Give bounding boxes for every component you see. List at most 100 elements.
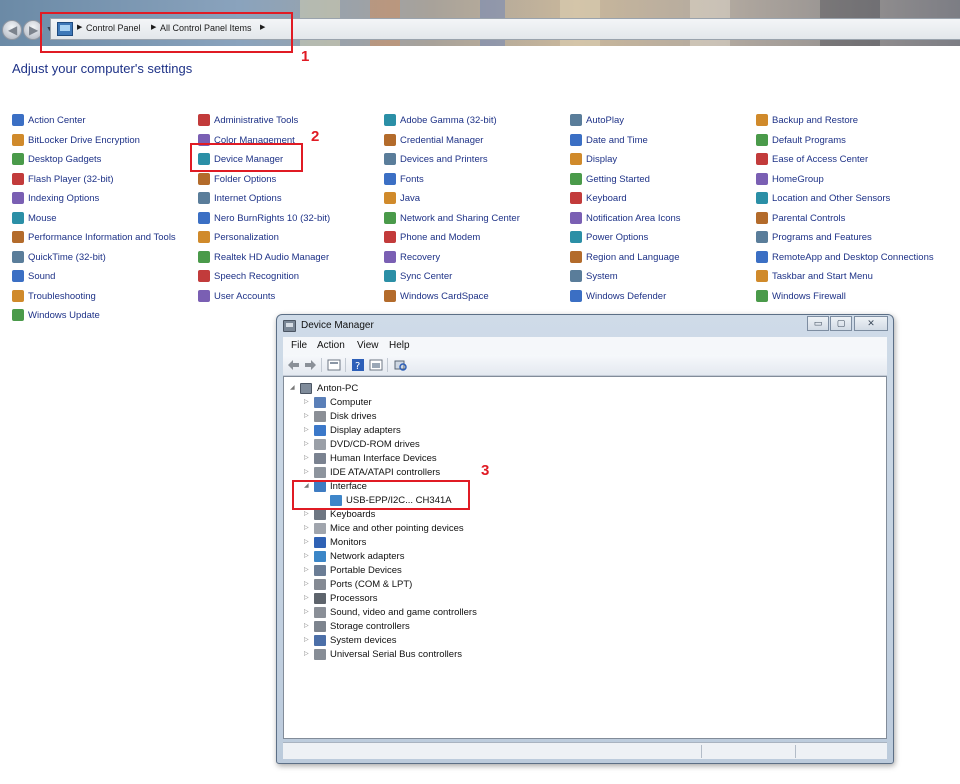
maximize-button[interactable]: ▢ bbox=[830, 316, 852, 331]
system-devices-icon bbox=[314, 635, 326, 646]
folder-options-icon bbox=[198, 172, 210, 185]
tree-item-label: Storage controllers bbox=[330, 621, 410, 632]
tree-item-label: IDE ATA/ATAPI controllers bbox=[330, 467, 441, 478]
close-button[interactable]: ✕ bbox=[854, 316, 888, 331]
cp-item-label: Flash Player (32-bit) bbox=[28, 173, 114, 185]
expand-arrow-icon[interactable]: ▷ bbox=[304, 580, 309, 587]
network-adapters-icon bbox=[314, 551, 326, 562]
expand-arrow-icon[interactable]: ▷ bbox=[304, 440, 309, 447]
annotation-label-3: 3 bbox=[481, 462, 490, 479]
expand-arrow-icon[interactable]: ▷ bbox=[304, 398, 309, 405]
cp-item-label: Internet Options bbox=[214, 193, 282, 204]
quicktime-32-bit-icon bbox=[12, 250, 24, 263]
expand-arrow-icon[interactable]: ▷ bbox=[304, 608, 309, 615]
show-hidden-icon[interactable] bbox=[369, 358, 383, 372]
portable-devices-icon bbox=[314, 565, 326, 576]
monitors-icon bbox=[314, 537, 326, 548]
scan-hardware-icon[interactable] bbox=[393, 358, 407, 372]
windows-update-icon bbox=[12, 309, 24, 321]
expand-arrow-icon[interactable]: ▷ bbox=[304, 412, 309, 419]
annotation-label-1: 1 bbox=[301, 48, 310, 65]
expand-arrow-icon[interactable]: ▷ bbox=[304, 552, 309, 559]
cp-item-label: Location and Other Sensors bbox=[772, 193, 891, 204]
menu-view[interactable]: View bbox=[357, 340, 379, 351]
expand-arrow-icon[interactable]: ▷ bbox=[304, 650, 309, 657]
cp-item-label: Taskbar and Start Menu bbox=[772, 271, 873, 282]
user-accounts-icon bbox=[198, 289, 210, 302]
cp-item-label: Administrative Tools bbox=[214, 115, 299, 126]
back-arrow-icon[interactable] bbox=[287, 358, 301, 372]
cp-item-label: Mouse bbox=[28, 212, 57, 224]
cp-item-label: Backup and Restore bbox=[772, 115, 859, 126]
internet-options-icon bbox=[198, 192, 210, 204]
expand-arrow-icon[interactable]: ▷ bbox=[304, 426, 309, 433]
performance-information-and-tools-icon bbox=[12, 231, 24, 243]
phone-and-modem-icon bbox=[384, 231, 396, 243]
minimize-button[interactable]: ▭ bbox=[807, 316, 829, 331]
cp-item-label: Display bbox=[586, 154, 618, 165]
tree-item-label: System devices bbox=[330, 635, 397, 646]
expand-arrow-icon[interactable]: ▷ bbox=[304, 538, 309, 545]
cp-item-label: Region and Language bbox=[586, 251, 680, 263]
parental-controls-icon bbox=[756, 211, 768, 224]
cp-item-label: Parental Controls bbox=[772, 212, 846, 224]
tree-item-label: Human Interface Devices bbox=[330, 453, 437, 464]
expand-arrow-icon[interactable]: ▷ bbox=[304, 468, 309, 475]
expand-arrow-icon[interactable]: ▷ bbox=[304, 566, 309, 573]
back-button[interactable]: ◀ bbox=[2, 20, 22, 40]
expand-arrow-icon[interactable]: ▷ bbox=[304, 636, 309, 643]
remoteapp-and-desktop-connections-icon bbox=[756, 250, 768, 263]
forward-arrow-icon[interactable] bbox=[303, 358, 317, 372]
menu-help[interactable]: Help bbox=[389, 340, 410, 351]
personalization-icon bbox=[198, 231, 210, 243]
window-titlebar[interactable]: Device Manager ▭ ▢ ✕ bbox=[277, 315, 893, 337]
expand-arrow-icon[interactable]: ▷ bbox=[304, 454, 309, 461]
ease-of-access-center-icon bbox=[756, 153, 768, 165]
help-icon[interactable]: ? bbox=[351, 358, 365, 372]
indexing-options-icon bbox=[12, 192, 24, 204]
tree-item-label: Sound, video and game controllers bbox=[330, 607, 477, 618]
adobe-gamma-32-bit-icon bbox=[384, 114, 396, 126]
tree-item-label: Portable Devices bbox=[330, 565, 402, 576]
svg-text:?: ? bbox=[355, 361, 360, 372]
status-bar bbox=[283, 742, 887, 759]
collapse-arrow-icon[interactable]: ◢ bbox=[290, 384, 295, 391]
menu-action[interactable]: Action bbox=[317, 340, 345, 351]
cp-item-label: Power Options bbox=[586, 232, 649, 243]
network-and-sharing-center-icon bbox=[384, 211, 396, 224]
display-adapters-icon bbox=[314, 425, 326, 436]
cp-item-label: Speech Recognition bbox=[214, 271, 300, 282]
expand-arrow-icon[interactable]: ▷ bbox=[304, 524, 309, 531]
expand-arrow-icon[interactable]: ▷ bbox=[304, 510, 309, 517]
cp-item-label: Notification Area Icons bbox=[586, 212, 681, 224]
region-and-language-icon bbox=[570, 250, 582, 263]
cp-item-label: Performance Information and Tools bbox=[28, 232, 176, 243]
cp-item-label: RemoteApp and Desktop Connections bbox=[772, 251, 934, 263]
bitlocker-drive-encryption-icon bbox=[12, 133, 24, 146]
tree-item-label: Disk drives bbox=[330, 411, 377, 422]
keyboard-icon bbox=[570, 192, 582, 204]
expand-arrow-icon[interactable]: ▷ bbox=[304, 622, 309, 629]
human-interface-devices-icon bbox=[314, 453, 326, 464]
toolbar-separator bbox=[387, 358, 388, 372]
sound-video-and-game-controllers-icon bbox=[314, 607, 326, 618]
realtek-hd-audio-manager-icon bbox=[198, 250, 210, 263]
tree-root-label: Anton-PC bbox=[317, 383, 359, 394]
tree-item-label: Display adapters bbox=[330, 425, 401, 436]
cp-item-label: BitLocker Drive Encryption bbox=[28, 134, 140, 146]
sound-icon bbox=[12, 270, 24, 282]
menu-file[interactable]: File bbox=[291, 340, 307, 351]
tree-item-label: Keyboards bbox=[330, 509, 376, 520]
cp-item-label: Windows Defender bbox=[586, 290, 667, 302]
nero-burnrights-10-32-bit-icon bbox=[198, 211, 210, 224]
properties-icon[interactable] bbox=[327, 358, 341, 372]
cp-item-label: Realtek HD Audio Manager bbox=[214, 251, 330, 263]
notification-area-icons-icon bbox=[570, 211, 582, 224]
getting-started-icon bbox=[570, 172, 582, 185]
date-and-time-icon bbox=[570, 133, 582, 146]
expand-arrow-icon[interactable]: ▷ bbox=[304, 594, 309, 601]
cp-item-label: Windows Firewall bbox=[772, 290, 846, 302]
tree-item-label: Monitors bbox=[330, 537, 367, 548]
ide-ata-atapi-controllers-icon bbox=[314, 467, 326, 478]
tree-item-label: DVD/CD-ROM drives bbox=[330, 439, 420, 450]
